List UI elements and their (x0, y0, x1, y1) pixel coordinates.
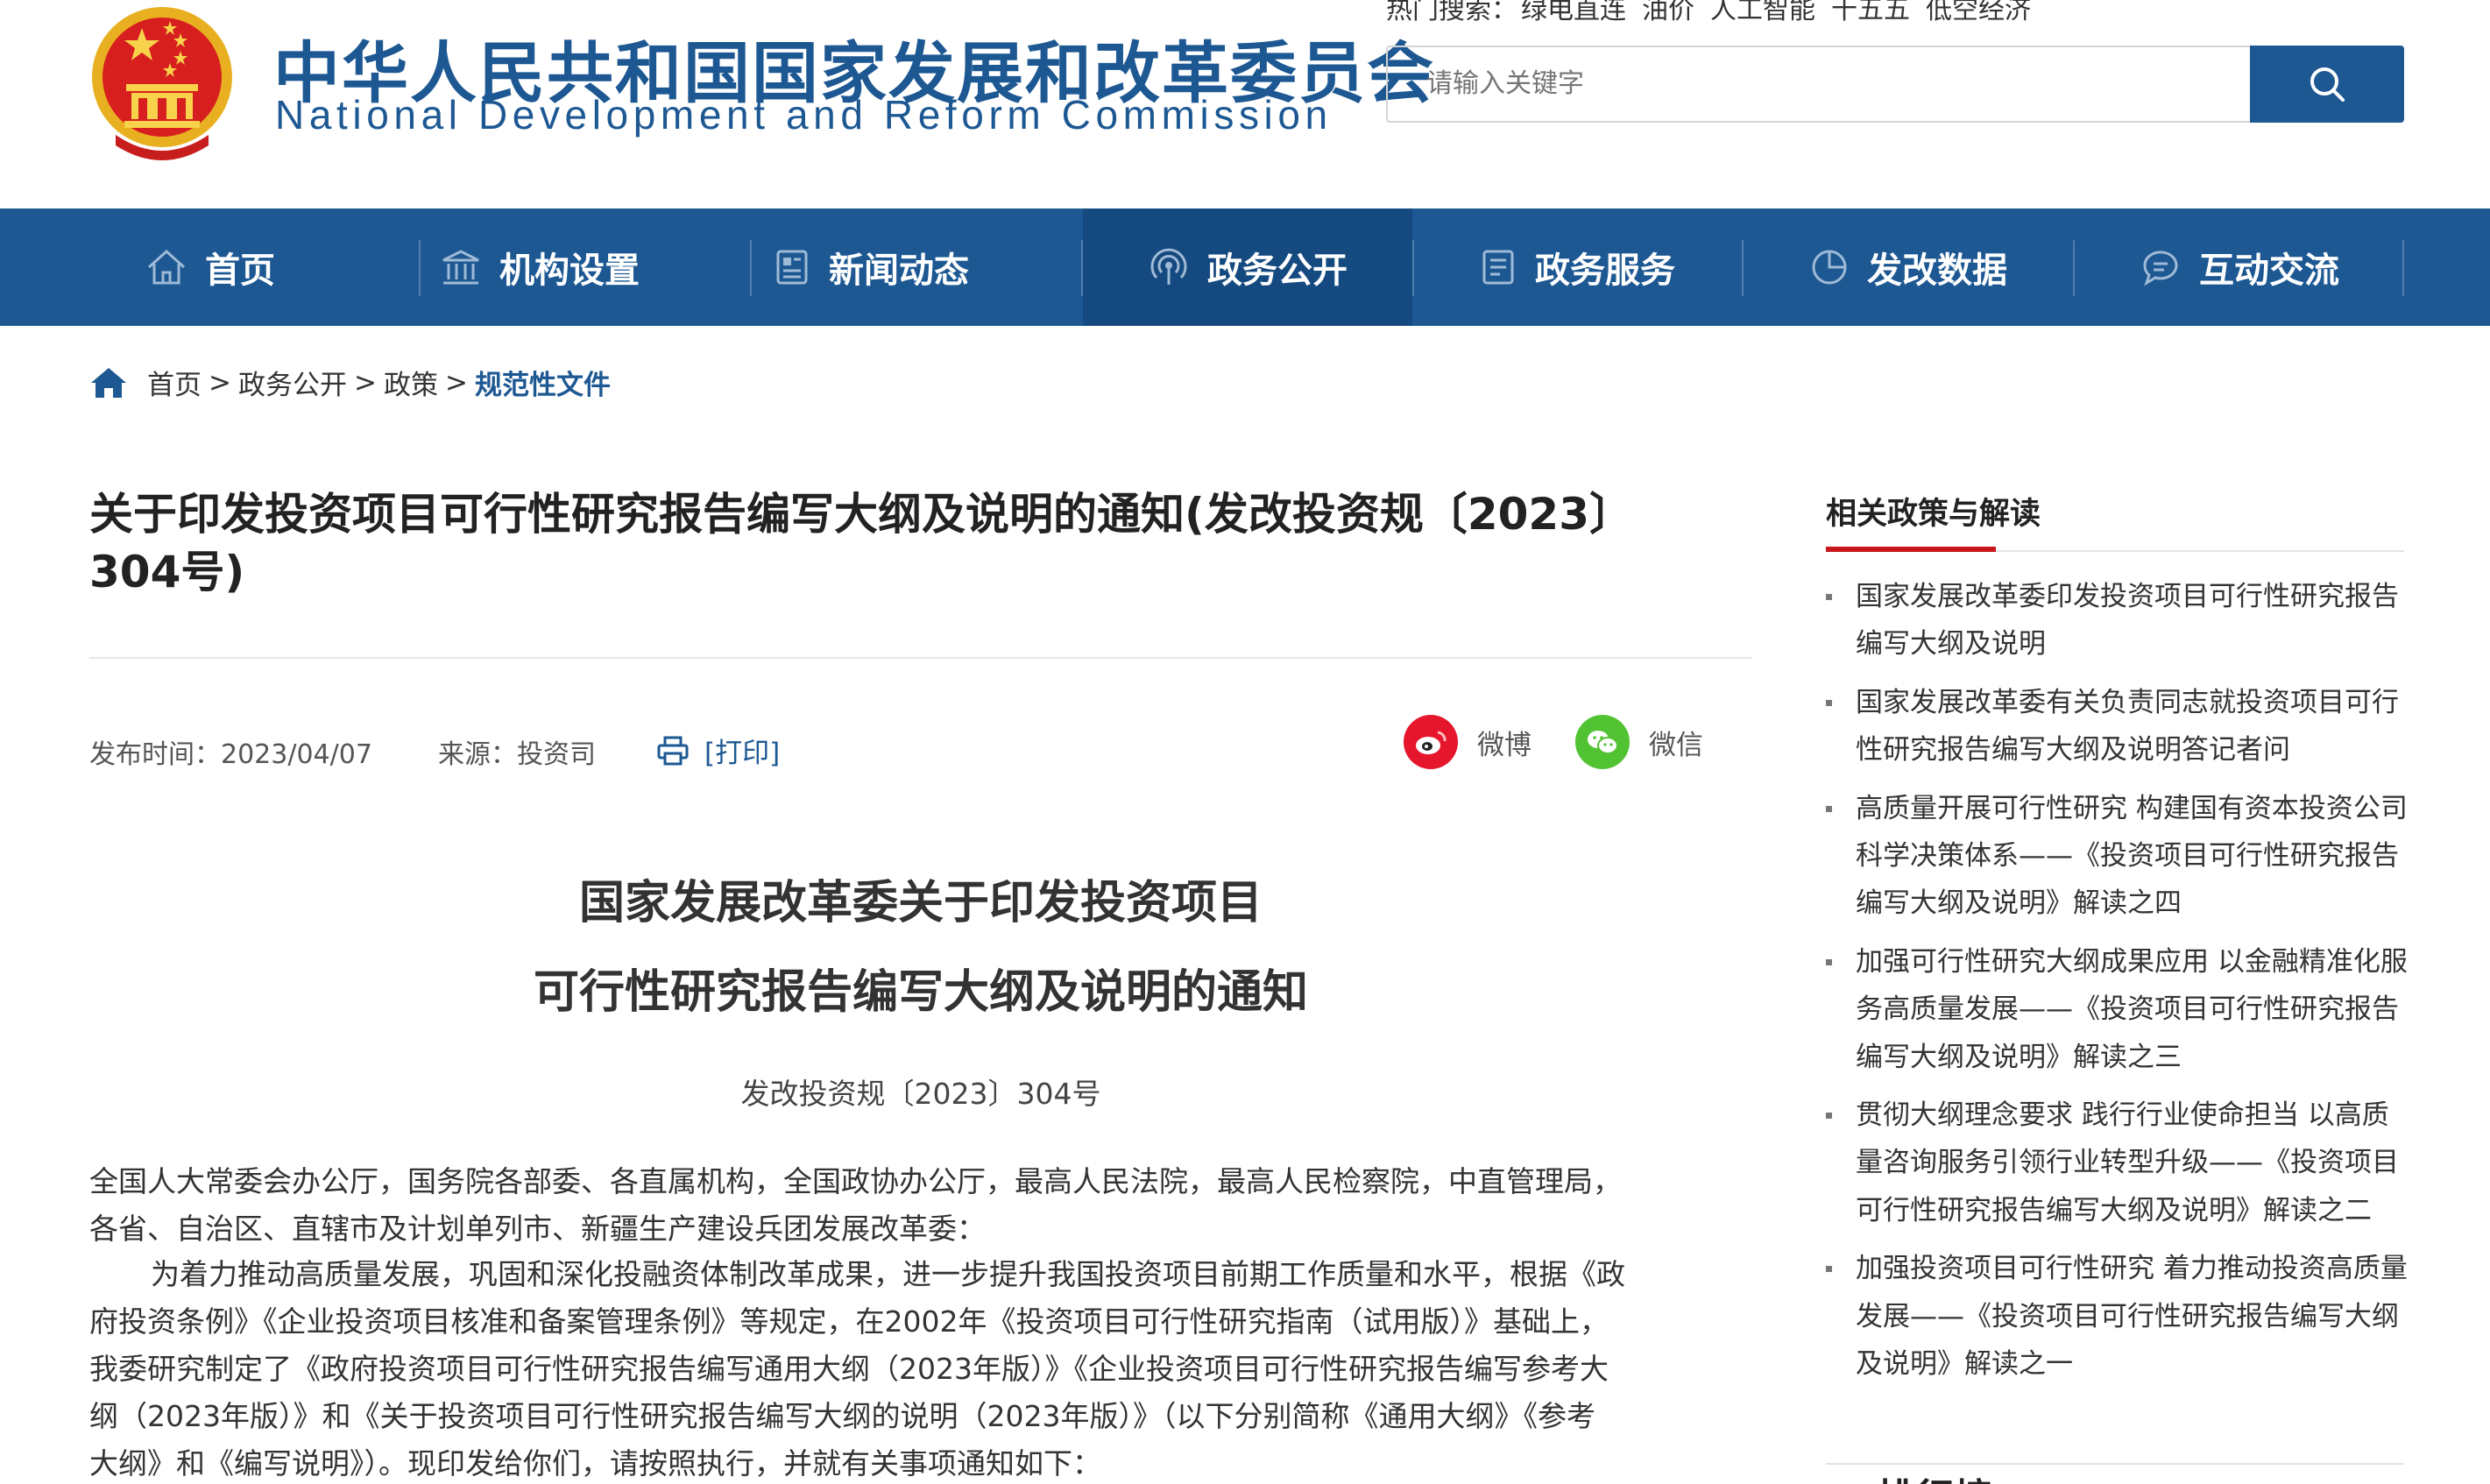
ranking-heading: 排行榜 (1877, 1466, 1992, 1484)
paragraph-line: 全国人大常委会办公厅，国务院各部委、各直属机构，全国政协办公厅，最高人民法院，最… (89, 1164, 1622, 1198)
breadcrumb-separator: > (444, 366, 468, 399)
service-icon (1482, 250, 1514, 285)
share-wechat-button[interactable]: 微信 (1575, 715, 1703, 769)
nav-item-institutions[interactable]: 机构设置 (375, 208, 704, 326)
nav-label: 政务公开 (1207, 251, 1348, 291)
link-line: 编写大纲及说明 (1856, 628, 2046, 661)
site-header: 中华人民共和国国家发展和改革委员会 National Development a… (0, 0, 2490, 208)
breadcrumb: 首页 > 政务公开 > 政策 > 规范性文件 (89, 363, 611, 402)
home-icon (91, 367, 126, 398)
hot-search-term[interactable]: 低空经济 (1926, 0, 2031, 25)
hot-search-label: 热门搜索： (1386, 0, 1517, 25)
link-line: 编写大纲及说明》解读之四 (1856, 887, 2182, 920)
nav-item-news[interactable]: 新闻动态 (706, 208, 1036, 326)
link-line: 量咨询服务引领行业转型升级——《投资项目 (1856, 1147, 2399, 1179)
article-paragraph-main: 为着力推动高质量发展，巩固和深化投融资体制改革成果，进一步提升我国投资项目前期工… (89, 1251, 1754, 1484)
link-line: 国家发展改革委印发投资项目可行性研究报告 (1856, 581, 2399, 612)
pie-chart-icon (1812, 250, 1847, 285)
nav-label: 机构设置 (499, 251, 640, 291)
paragraph-line: 我委研究制定了《政府投资项目可行性研究报告编写通用大纲（2023年版）》《企业投… (89, 1352, 1609, 1386)
national-emblem-logo[interactable] (89, 4, 235, 161)
share-weibo-label: 微博 (1477, 729, 1531, 761)
related-policy-link[interactable]: 国家发展改革委有关负责同志就投资项目可行 性研究报告编写大纲及说明答记者问 (1826, 679, 2413, 774)
hot-search-term[interactable]: 绿电直连 (1521, 0, 1626, 25)
paragraph-line: 各省、自治区、直辖市及计划单列市、新疆生产建设兵团发展改革委： (89, 1212, 986, 1246)
article-title-line: 关于印发投资项目可行性研究报告编写大纲及说明的通知(发改投资规〔2023〕 (89, 489, 1634, 540)
print-button[interactable]: [打印] (657, 731, 780, 770)
site-title-english[interactable]: National Development and Reform Commissi… (275, 91, 1333, 138)
related-policy-link[interactable]: 贯彻大纲理念要求 践行行业使命担当 以高质 量咨询服务引领行业转型升级——《投资… (1826, 1092, 2413, 1234)
related-policy-link[interactable]: 高质量开展可行性研究 构建国有资本投资公司 科学决策体系——《投资项目可行性研究… (1826, 785, 2413, 928)
institution-icon (442, 250, 479, 285)
hot-search-term[interactable]: 人工智能 (1710, 0, 1815, 25)
breadcrumb-current[interactable]: 规范性文件 (475, 363, 611, 402)
share-weibo-button[interactable]: 微博 (1404, 715, 1531, 769)
nav-item-gov-affairs[interactable]: 政务公开 (1083, 208, 1412, 326)
link-line: 可行性研究报告编写大纲及说明》解读之二 (1856, 1194, 2372, 1226)
publish-date: 发布时间：2023/04/07 (89, 739, 372, 770)
nav-item-data[interactable]: 发改数据 (1744, 208, 2073, 326)
nav-label: 新闻动态 (829, 251, 969, 291)
ranking-section: 排行榜 (1826, 1463, 2404, 1484)
hot-search-term[interactable]: 十五五 (1831, 0, 1910, 25)
paragraph-line: 为着力推动高质量发展，巩固和深化投融资体制改革成果，进一步提升我国投资项目前期工… (151, 1257, 1625, 1291)
printer-icon (657, 736, 689, 765)
link-line: 编写大纲及说明》解读之三 (1856, 1041, 2182, 1073)
breadcrumb-item-home[interactable]: 首页 (147, 363, 202, 402)
link-line: 科学决策体系——《投资项目可行性研究报告 (1856, 840, 2399, 873)
paragraph-line: 纲（2023年版）》和《关于投资项目可行性研究报告编写大纲的说明（2023年版）… (89, 1399, 1595, 1433)
hot-search-term[interactable]: 油价 (1642, 0, 1694, 25)
article-divider (89, 657, 1752, 659)
document-heading-line2: 可行性研究报告编写大纲及说明的通知 (533, 966, 1308, 1019)
hot-search-bar: 热门搜索： 绿电直连 油价 人工智能 十五五 低空经济 (1386, 0, 2047, 26)
sidebar-heading-underline (1826, 547, 1996, 552)
share-wechat-label: 微信 (1649, 729, 1703, 761)
link-line: 贯彻大纲理念要求 践行行业使命担当 以高质 (1856, 1099, 2389, 1132)
search-button[interactable] (2250, 46, 2404, 123)
search-input[interactable] (1426, 68, 2215, 99)
breadcrumb-separator: > (353, 366, 377, 399)
breadcrumb-separator: > (209, 366, 231, 399)
link-line: 加强可行性研究大纲成果应用 以金融精准化服 (1856, 945, 2408, 978)
link-line: 国家发展改革委有关负责同志就投资项目可行 (1856, 686, 2399, 718)
document-heading-line1: 国家发展改革委关于印发投资项目 (578, 877, 1263, 929)
broadcast-icon (1150, 248, 1187, 285)
search-icon (2310, 67, 2345, 102)
nav-label: 发改数据 (1867, 251, 2007, 291)
breadcrumb-item-policy[interactable]: 政策 (384, 363, 438, 402)
paragraph-line: 大纲》和《编写说明》）。现印发给你们，请按照执行，并就有关事项通知如下： (89, 1446, 1101, 1480)
related-policies-list: 国家发展改革委印发投资项目可行性研究报告 编写大纲及说明 国家发展改革委有关负责… (1826, 573, 2413, 1399)
link-line: 发展——《投资项目可行性研究报告编写大纲 (1856, 1300, 2399, 1332)
chat-icon (2143, 251, 2178, 286)
nav-item-home[interactable]: 首页 (46, 208, 375, 326)
related-policy-link[interactable]: 加强可行性研究大纲成果应用 以金融精准化服 务高质量发展——《投资项目可行性研究… (1826, 938, 2413, 1081)
home-icon (147, 249, 186, 285)
nav-item-gov-services[interactable]: 政务服务 (1412, 208, 1742, 326)
nav-label: 政务服务 (1535, 251, 1675, 291)
related-policy-link[interactable]: 加强投资项目可行性研究 着力推动投资高质量 发展——《投资项目可行性研究报告编写… (1826, 1245, 2413, 1388)
link-line: 务高质量发展——《投资项目可行性研究报告 (1856, 993, 2399, 1026)
link-line: 加强投资项目可行性研究 着力推动投资高质量 (1856, 1253, 2408, 1285)
nav-label: 首页 (205, 251, 275, 291)
wechat-icon (1575, 715, 1630, 769)
nav-item-interaction[interactable]: 互动交流 (2075, 208, 2404, 326)
article-paragraph-recipients: 全国人大常委会办公厅，国务院各部委、各直属机构，全国政协办公厅，最高人民法院，最… (89, 1158, 1754, 1253)
nav-separator (2402, 240, 2404, 296)
article-source: 来源：投资司 (438, 739, 596, 770)
related-policies-heading: 相关政策与解读 (1826, 497, 2041, 532)
article-title: 关于印发投资项目可行性研究报告编写大纲及说明的通知(发改投资规〔2023〕 30… (89, 485, 1754, 601)
document-number: 发改投资规〔2023〕304号 (740, 1077, 1101, 1111)
link-line: 高质量开展可行性研究 构建国有资本投资公司 (1856, 792, 2408, 824)
print-label: [打印] (704, 738, 781, 769)
weibo-icon (1404, 715, 1458, 769)
link-line: 性研究报告编写大纲及说明答记者问 (1856, 734, 2290, 767)
link-line: 及说明》解读之一 (1856, 1348, 2073, 1381)
paragraph-line: 府投资条例》《企业投资项目核准和备案管理条例》等规定，在2002年《投资项目可行… (89, 1304, 1609, 1339)
article-title-line: 304号) (89, 547, 245, 597)
related-policy-link[interactable]: 国家发展改革委印发投资项目可行性研究报告 编写大纲及说明 (1826, 573, 2413, 668)
breadcrumb-item-gov-affairs[interactable]: 政务公开 (238, 363, 347, 402)
news-icon (776, 250, 808, 285)
main-nav: 首页 机构设置 新闻动态 政务公开 政务服务 发改数据 互动交流 (0, 208, 2490, 326)
nav-label: 互动交流 (2199, 251, 2339, 291)
